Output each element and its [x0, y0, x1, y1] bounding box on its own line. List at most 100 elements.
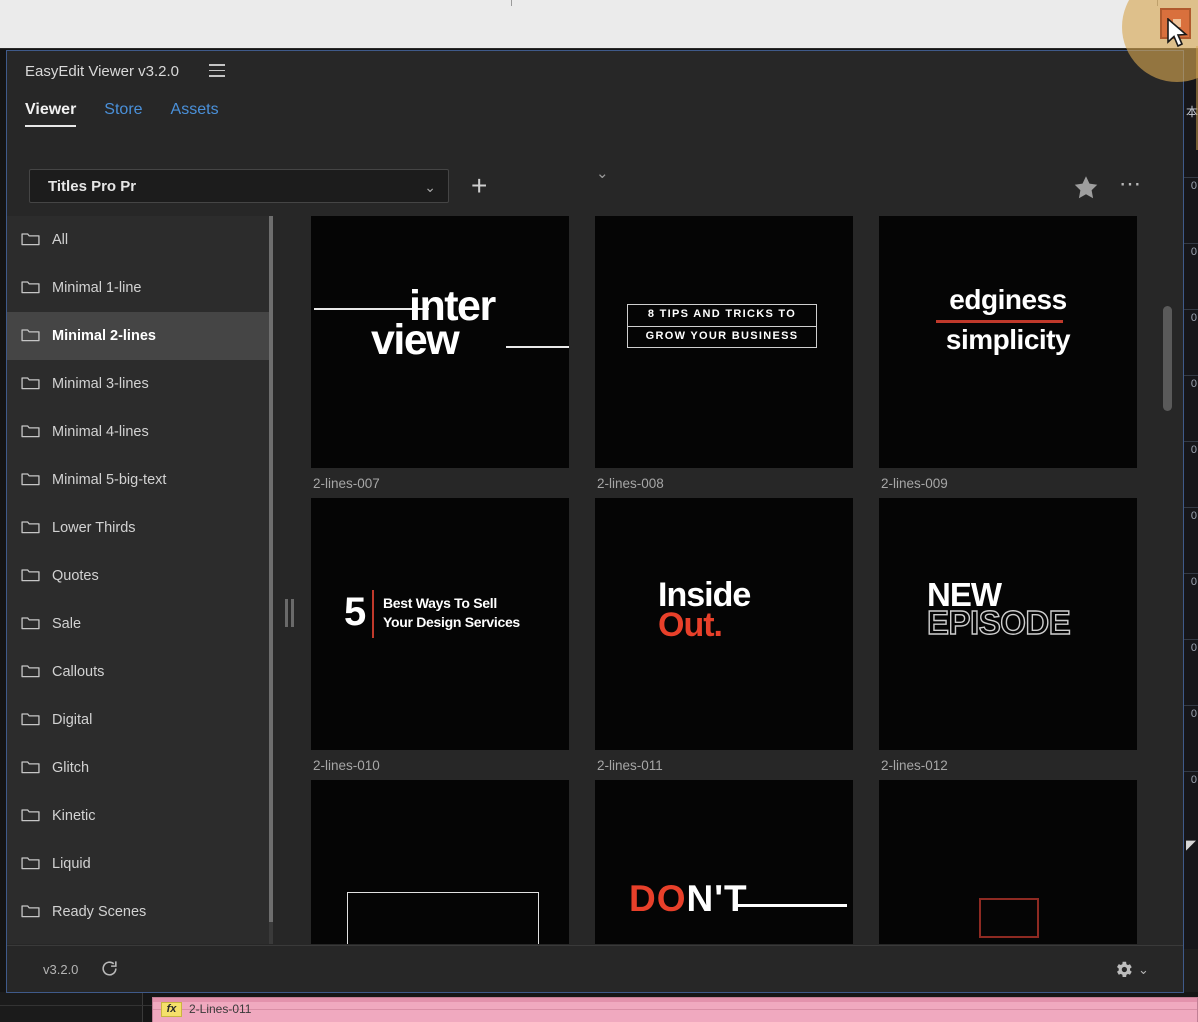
template-thumbnail[interactable]: 8 TIPS AND TRICKS TO GROW YOUR BUSINESS	[595, 216, 853, 468]
template-thumbnail[interactable]	[879, 780, 1137, 944]
template-card[interactable]	[879, 780, 1163, 944]
preset-dropdown[interactable]: Titles Pro Pr ⌄	[29, 169, 449, 203]
ruler-number: 0	[1190, 774, 1197, 786]
panel-splitter[interactable]	[279, 216, 301, 944]
sidebar-item-quotes[interactable]: Quotes	[7, 552, 271, 600]
template-thumbnail[interactable]: edginess simplicity	[879, 216, 1137, 468]
thumb-frame	[347, 892, 539, 944]
version-label: v3.2.0	[43, 962, 79, 977]
tab-viewer[interactable]: Viewer	[25, 101, 77, 127]
template-thumbnail[interactable]: Inside Out.	[595, 498, 853, 750]
sidebar-item-label: Minimal 3-lines	[52, 376, 149, 392]
sidebar-item-kinetic[interactable]: Kinetic	[7, 792, 271, 840]
sidebar-item-label: Sale	[52, 616, 82, 632]
template-name: 2-lines-010	[313, 758, 380, 773]
tab-assets[interactable]: Assets	[171, 101, 219, 127]
chevron-down-icon[interactable]: ⌄	[1138, 962, 1149, 978]
clip-top-band	[153, 998, 1197, 1002]
fx-badge: fx	[161, 1002, 182, 1017]
thumb-line-1: DON'T	[629, 878, 748, 919]
template-card[interactable]: NEW EPISODE 2-lines-012	[879, 498, 1163, 773]
sidebar-item-callouts[interactable]: Callouts	[7, 648, 271, 696]
cursor-trail	[1196, 46, 1198, 150]
ruler-number: 0	[1190, 378, 1197, 390]
panel-footer: v3.2.0 ⌄	[7, 945, 1183, 992]
template-card[interactable]: 8 TIPS AND TRICKS TO GROW YOUR BUSINESS 2-…	[595, 216, 879, 491]
ruler-number: 0	[1190, 444, 1197, 456]
sidebar-item-minimal-4-lines[interactable]: Minimal 4-lines	[7, 408, 271, 456]
tab-store[interactable]: Store	[104, 101, 142, 127]
sidebar-item-minimal-5-big-text[interactable]: Minimal 5-big-text	[7, 456, 271, 504]
thumb-line-2: GROW YOUR BUSINESS	[645, 330, 799, 342]
sidebar-item-minimal-3-lines[interactable]: Minimal 3-lines	[7, 360, 271, 408]
folder-icon	[21, 423, 40, 438]
gear-icon[interactable]	[1113, 959, 1134, 985]
sidebar-item-digital[interactable]: Digital	[7, 696, 271, 744]
sidebar-item-label: Callouts	[52, 664, 105, 680]
template-name: 2-lines-011	[597, 758, 663, 773]
folder-icon	[21, 567, 40, 582]
hamburger-icon[interactable]	[209, 64, 225, 77]
thumb-line-1: edginess	[949, 284, 1067, 315]
sidebar-item-lower-thirds[interactable]: Lower Thirds	[7, 504, 271, 552]
folder-icon	[21, 327, 40, 342]
thumb-line-2: EPISODE	[926, 603, 1071, 641]
sidebar-item-label: All	[52, 232, 69, 248]
star-icon[interactable]	[1072, 174, 1100, 206]
template-name: 2-lines-012	[881, 758, 948, 773]
timeline-track-header	[0, 992, 143, 1022]
tab-bar: Viewer Store Assets	[25, 101, 247, 139]
template-card[interactable]: Inside Out. 2-lines-011	[595, 498, 879, 773]
folder-icon	[21, 663, 40, 678]
folder-icon	[21, 903, 40, 918]
refresh-icon[interactable]	[100, 959, 119, 983]
ruler-number: 0	[1190, 180, 1197, 192]
ruler-arrow-icon: ◤	[1186, 837, 1196, 852]
template-thumbnail[interactable]: 5 Best Ways To Sell Your Design Services	[311, 498, 569, 750]
timeline-clip[interactable]: fx 2-Lines-011	[152, 997, 1198, 1022]
thumb-line-2: Your Design Services	[383, 614, 520, 630]
sidebar-item-sale[interactable]: Sale	[7, 600, 271, 648]
sidebar-item-minimal-2-lines[interactable]: Minimal 2-lines	[7, 312, 271, 360]
timeline-left-divider	[0, 1005, 152, 1006]
grid-scrollbar-thumb[interactable]	[1163, 306, 1172, 411]
sidebar-item-minimal-1-line[interactable]: Minimal 1-line	[7, 264, 271, 312]
panel-header: EasyEdit Viewer v3.2.0	[7, 51, 1183, 93]
template-card[interactable]: edginess simplicity 2-lines-009	[879, 216, 1163, 491]
template-card[interactable]: DON'T	[595, 780, 879, 944]
sidebar-item-label: Minimal 4-lines	[52, 424, 149, 440]
template-card[interactable]: 5 Best Ways To Sell Your Design Services 2-…	[311, 498, 595, 773]
template-thumbnail[interactable]: NEW EPISODE	[879, 498, 1137, 750]
add-preset-button[interactable]: +	[471, 172, 487, 200]
thumbnail-grid-wrap: inter view 2-lines-007 8 TIPS AND TRICKS TO…	[301, 216, 1173, 944]
sidebar-scrollbar-thumb[interactable]	[269, 216, 273, 922]
sidebar-item-label: Glitch	[52, 760, 90, 776]
clip-strike-line	[153, 1009, 1197, 1010]
sidebar-item-liquid[interactable]: Liquid	[7, 840, 271, 888]
screen: 本 ◤ 0000000000 fx 2-Lines-011 EasyEdit V…	[0, 0, 1198, 1022]
sidebar-item-all[interactable]: All	[7, 216, 271, 264]
sidebar-item-ready-scenes[interactable]: Ready Scenes	[7, 888, 271, 936]
template-card[interactable]: inter view 2-lines-007	[311, 216, 595, 491]
ellipsis-icon[interactable]: ⋯	[1119, 173, 1142, 195]
template-name: 2-lines-009	[881, 476, 948, 491]
thumb-frame: 8 TIPS AND TRICKS TO GROW YOUR BUSINESS	[627, 304, 817, 348]
template-thumbnail[interactable]: inter view	[311, 216, 569, 468]
preset-value: Titles Pro Pr	[48, 178, 137, 195]
ruler-number: 0	[1190, 510, 1197, 522]
template-card[interactable]	[311, 780, 595, 944]
folder-icon	[21, 375, 40, 390]
sidebar-item-label: Minimal 5-big-text	[52, 472, 167, 488]
grid-scrollbar-track[interactable]	[1163, 216, 1173, 944]
extension-panel: EasyEdit Viewer v3.2.0 Viewer Store Assets…	[6, 50, 1184, 993]
sidebar-item-label: Minimal 2-lines	[52, 328, 156, 344]
panel-title: EasyEdit Viewer v3.2.0	[25, 63, 179, 80]
thumbnail-grid: inter view 2-lines-007 8 TIPS AND TRICKS TO…	[311, 216, 1173, 944]
folder-icon	[21, 615, 40, 630]
template-thumbnail[interactable]: DON'T	[595, 780, 853, 944]
thumb-number: 5	[344, 590, 367, 634]
preset-row: Titles Pro Pr ⌄ + ⋯	[7, 161, 1183, 211]
sidebar-item-glitch[interactable]: Glitch	[7, 744, 271, 792]
template-thumbnail[interactable]	[311, 780, 569, 944]
template-name: 2-lines-007	[313, 476, 380, 491]
